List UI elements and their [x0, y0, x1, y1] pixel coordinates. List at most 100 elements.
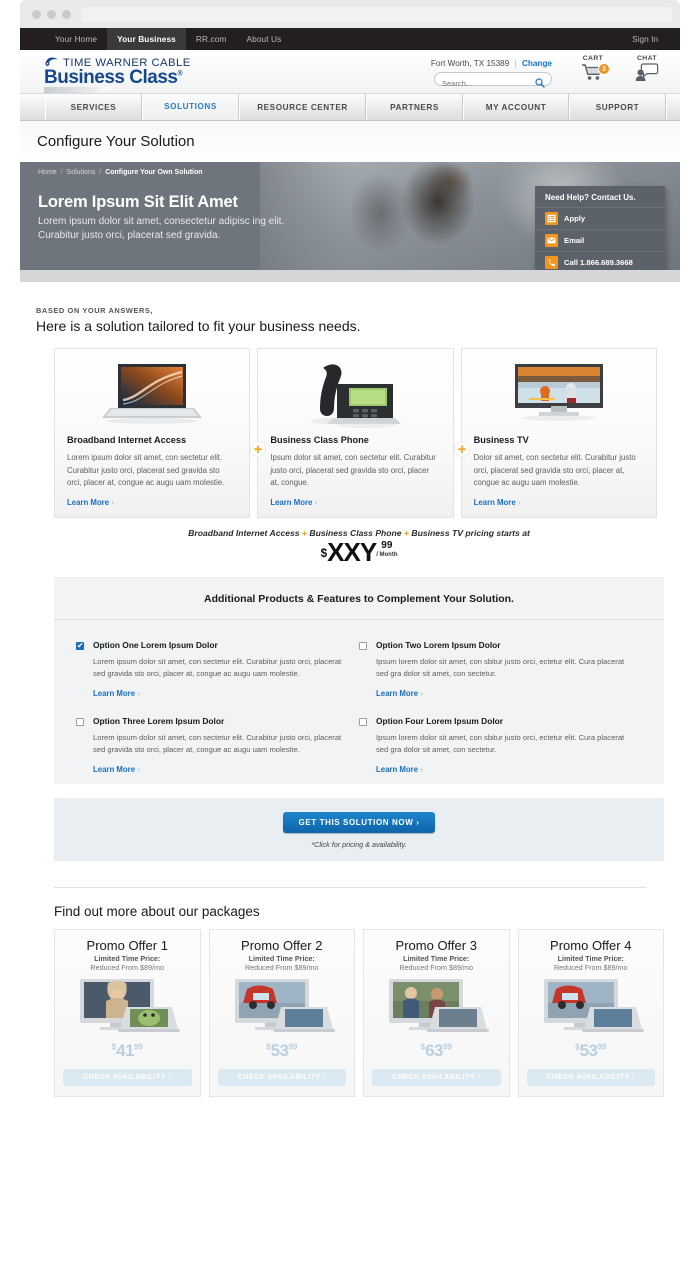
- option-title: Option One Lorem Ipsum Dolor: [93, 639, 218, 650]
- nav-tab-resource-center[interactable]: RESOURCE CENTER: [239, 94, 366, 120]
- contact-apply-row[interactable]: Apply: [535, 207, 665, 229]
- learn-more-option-four[interactable]: Learn More ›: [376, 757, 628, 774]
- chat-button[interactable]: CHAT: [622, 55, 672, 86]
- pricing-period: / Month: [376, 551, 398, 558]
- product-card-tv[interactable]: Business TV Dolor sit amet, con sectetur…: [460, 348, 657, 518]
- option-body: Ipsum lorem dolor sit amet, con sbitur j…: [376, 656, 625, 679]
- option-body: Ipsum lorem dolor sit amet, con sbitur j…: [376, 732, 625, 755]
- nav-tab-solutions[interactable]: SOLUTIONS: [142, 94, 239, 120]
- nav-tab-services[interactable]: SERVICES: [45, 94, 142, 120]
- pricing-plus-1: +: [301, 527, 308, 538]
- learn-more-option-one[interactable]: Learn More ›: [93, 681, 345, 698]
- chat-label: CHAT: [637, 55, 657, 62]
- checkbox-option-one[interactable]: [76, 641, 84, 651]
- main-nav: SERVICES SOLUTIONS RESOURCE CENTER PARTN…: [20, 94, 680, 121]
- site-header: TIME WARNER CABLE Business Class® Fort W…: [20, 50, 680, 94]
- logo-swoosh: [44, 86, 112, 93]
- breadcrumb-home[interactable]: Home: [38, 169, 57, 176]
- cart-button[interactable]: CART 3: [568, 55, 618, 86]
- promo-price: $5399: [575, 1040, 607, 1060]
- checkbox-option-three[interactable]: [76, 717, 84, 726]
- nav-tab-my-account[interactable]: MY ACCOUNT: [463, 94, 569, 120]
- change-location-link[interactable]: Change: [522, 59, 552, 68]
- location-text: Fort Worth, TX 15389: [430, 59, 510, 68]
- page-title-band: Configure Your Solution: [20, 121, 680, 162]
- check-availability-button-1[interactable]: CHECK AVAILABILITY ›: [63, 1068, 192, 1086]
- chat-bubble-icon: [635, 62, 659, 86]
- promo-title: Promo Offer 4: [550, 937, 632, 953]
- hero-bottom-strip: [20, 270, 680, 282]
- pricing-currency: $: [320, 545, 328, 560]
- search-box[interactable]: [434, 72, 552, 90]
- option-three[interactable]: Option Three Lorem Ipsum Dolor Lorem ips…: [76, 708, 359, 784]
- promo-card-1[interactable]: Promo Offer 1 Limited Time Price: Reduce…: [54, 928, 201, 1097]
- check-availability-button-3[interactable]: CHECK AVAILABILITY ›: [372, 1068, 501, 1086]
- window-controls[interactable]: [32, 10, 71, 19]
- contact-help-title: Need Help? Contact Us.: [545, 193, 636, 202]
- check-availability-button-2[interactable]: CHECK AVAILABILITY ›: [217, 1068, 346, 1086]
- pricing-cents: 99: [381, 539, 393, 551]
- tv-laptop-image: [527, 977, 656, 1039]
- desk-phone-image: [258, 349, 452, 433]
- learn-more-broadband[interactable]: Learn More ›: [55, 490, 249, 507]
- pricing-part-2: Business Class Phone: [309, 527, 402, 538]
- tv-laptop-image: [218, 977, 347, 1039]
- address-bar[interactable]: [82, 7, 672, 22]
- search-icon[interactable]: [535, 75, 545, 93]
- envelope-icon: [545, 234, 558, 247]
- logo[interactable]: TIME WARNER CABLE Business Class®: [44, 56, 274, 93]
- option-title: Option Two Lorem Ipsum Dolor: [376, 639, 501, 650]
- promo-reduced-label: Reduced From $89/mo: [244, 962, 319, 972]
- packages-row: Promo Offer 1 Limited Time Price: Reduce…: [36, 928, 664, 1097]
- checkbox-option-two[interactable]: [359, 641, 367, 650]
- page-title: Configure Your Solution: [37, 133, 195, 150]
- sign-in-link[interactable]: Sign In: [632, 28, 658, 50]
- promo-reduced-label: Reduced From $89/mo: [399, 962, 473, 972]
- hero-banner: Home / Solutions / Configure Your Own So…: [20, 162, 680, 270]
- learn-more-phone[interactable]: Learn More ›: [258, 490, 452, 507]
- learn-more-option-two[interactable]: Learn More ›: [376, 681, 628, 698]
- check-availability-button-4[interactable]: CHECK AVAILABILITY ›: [526, 1068, 655, 1086]
- product-card-broadband[interactable]: Broadband Internet Access Lorem ipsum do…: [54, 348, 251, 518]
- nav-tab-partners[interactable]: PARTNERS: [366, 94, 463, 120]
- breadcrumb-solutions[interactable]: Solutions: [67, 169, 96, 176]
- pricing-part-1: Broadband Internet Access: [188, 527, 300, 538]
- promo-card-2[interactable]: Promo Offer 2 Limited Time Price: Reduce…: [208, 928, 355, 1097]
- option-title: Option Four Lorem Ipsum Dolor: [376, 715, 504, 726]
- promo-card-3[interactable]: Promo Offer 3 Limited Time Price: Reduce…: [363, 928, 510, 1097]
- util-nav-your-home[interactable]: Your Home: [45, 28, 107, 50]
- learn-more-option-three[interactable]: Learn More ›: [93, 757, 345, 774]
- option-one[interactable]: Option One Lorem Ipsum Dolor Lorem ipsum…: [76, 632, 359, 708]
- contact-email-row[interactable]: Email: [535, 229, 665, 251]
- cta-band: GET THIS SOLUTION NOW › *Click for prici…: [54, 797, 664, 861]
- location-separator: |: [514, 59, 517, 68]
- pricing-value: XXY: [327, 536, 377, 567]
- option-two[interactable]: Option Two Lorem Ipsum Dolor Ipsum lorem…: [359, 632, 642, 708]
- contact-call-row[interactable]: Call 1.866.689.3668: [535, 251, 665, 270]
- maximize-dot[interactable]: [62, 10, 71, 19]
- search-input[interactable]: [442, 77, 534, 90]
- promo-reduced-label: Reduced From $89/mo: [90, 962, 164, 972]
- util-nav-your-business[interactable]: Your Business: [107, 28, 186, 50]
- learn-more-tv[interactable]: Learn More ›: [462, 490, 656, 507]
- promo-limited-label: Limited Time Price:: [403, 953, 470, 963]
- close-dot[interactable]: [32, 10, 41, 19]
- promo-card-4[interactable]: Promo Offer 4 Limited Time Price: Reduce…: [517, 928, 664, 1097]
- checkbox-option-four[interactable]: [359, 717, 367, 726]
- option-four[interactable]: Option Four Lorem Ipsum Dolor Ipsum lore…: [359, 708, 642, 784]
- product-card-phone[interactable]: Business Class Phone Ipsum dolor sit ame…: [257, 348, 454, 518]
- website-viewport: Your Home Your Business RR.com About Us …: [20, 28, 680, 1097]
- promo-limited-label: Limited Time Price:: [557, 953, 624, 963]
- main-content: BASED ON YOUR ANSWERS, Here is a solutio…: [20, 282, 680, 1097]
- tv-laptop-image: [63, 977, 192, 1039]
- tv-laptop-image: [372, 977, 501, 1039]
- util-nav-rr-com[interactable]: RR.com: [186, 28, 237, 50]
- option-title: Option Three Lorem Ipsum Dolor: [93, 715, 225, 726]
- nav-tab-support[interactable]: SUPPORT: [569, 94, 666, 120]
- get-this-solution-now-button[interactable]: GET THIS SOLUTION NOW ›: [282, 811, 436, 833]
- promo-reduced-label: Reduced From $89/mo: [553, 962, 628, 972]
- minimize-dot[interactable]: [47, 10, 56, 19]
- util-nav-about-us[interactable]: About Us: [236, 28, 291, 50]
- solution-lead: Here is a solution tailored to fit your …: [36, 318, 361, 334]
- option-body: Lorem ipsum dolor sit amet, con sectetur…: [93, 656, 342, 679]
